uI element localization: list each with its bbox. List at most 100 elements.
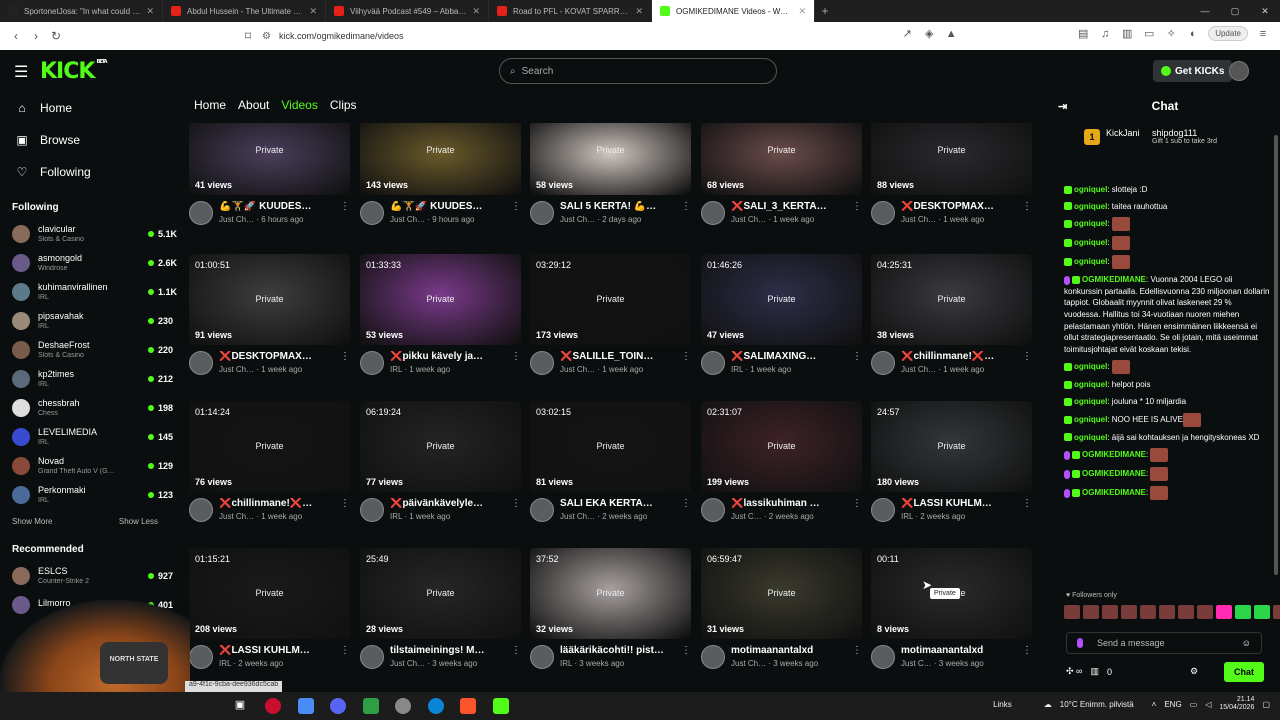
emote-icon[interactable] — [1064, 605, 1080, 619]
more-options-icon[interactable]: ⋮ — [852, 351, 862, 375]
more-options-icon[interactable]: ⋮ — [340, 351, 350, 375]
video-thumbnail[interactable]: 24:57 Private 180 views — [871, 401, 1032, 492]
channel-avatar[interactable] — [871, 645, 895, 669]
tray-chevron-icon[interactable]: ˄ — [1152, 700, 1157, 709]
more-options-icon[interactable]: ⋮ — [511, 201, 521, 225]
sidebar-channel[interactable]: chessbrah Chess 198 — [0, 393, 176, 422]
video-title[interactable]: ❌LASSI KUHLM… — [219, 645, 337, 656]
video-title[interactable]: ❌DESKTOPMAX… — [219, 351, 337, 362]
video-card[interactable]: 06:19:24 Private 77 views ❌päivänkävelyle… I… — [360, 401, 521, 522]
channel-avatar[interactable] — [530, 201, 554, 225]
leader-user-1[interactable]: KickJani — [1106, 128, 1140, 138]
sidebar-channel[interactable]: DeshaeFrost Slots & Casino 220 — [0, 335, 176, 364]
video-title[interactable]: SALI EKA KERTA… — [560, 498, 678, 509]
emote-icon[interactable] — [1140, 605, 1156, 619]
vpn-icon[interactable]: ◐ — [1186, 28, 1200, 40]
channel-avatar[interactable] — [360, 351, 384, 375]
video-card[interactable]: 02:31:07 Private 199 views ❌lassikuhiman … J… — [701, 401, 862, 522]
leader-user-2[interactable]: shipdog111 — [1152, 128, 1197, 138]
channel-avatar[interactable] — [530, 351, 554, 375]
maximize-icon[interactable]: ▢ — [1220, 0, 1250, 22]
video-title[interactable]: ❌SALILLE_TOIN… — [560, 351, 678, 362]
channel-avatar[interactable] — [530, 645, 554, 669]
channel-avatar[interactable] — [701, 498, 725, 522]
close-tab-icon[interactable]: ✕ — [146, 6, 154, 17]
more-options-icon[interactable]: ⋮ — [1022, 498, 1032, 522]
collapse-chat-icon[interactable]: ⇥ — [1058, 100, 1067, 113]
brave-shield-icon[interactable]: ◈ — [922, 27, 936, 40]
update-button[interactable]: Update — [1208, 26, 1248, 41]
tab-home[interactable]: Home — [194, 98, 226, 112]
kick-logo[interactable]: KICK BETA — [40, 59, 108, 84]
channel-avatar[interactable] — [189, 351, 213, 375]
channel-avatar[interactable] — [530, 498, 554, 522]
video-thumbnail[interactable]: 04:25:31 Private 38 views — [871, 254, 1032, 345]
emote-icon[interactable] — [1273, 605, 1280, 619]
more-options-icon[interactable]: ⋮ — [340, 201, 350, 225]
channel-avatar[interactable] — [189, 201, 213, 225]
channel-avatar[interactable] — [871, 498, 895, 522]
emote-icon[interactable] — [1121, 605, 1137, 619]
chat-username[interactable]: OGMIKEDIMANE — [1082, 275, 1146, 284]
more-options-icon[interactable]: ⋮ — [511, 498, 521, 522]
show-less-button[interactable]: Show Less — [119, 517, 158, 526]
bookmark-icon[interactable]: ⌑ — [238, 29, 258, 43]
page-scrollbar[interactable] — [1274, 135, 1278, 575]
close-window-icon[interactable]: ✕ — [1250, 0, 1280, 22]
new-tab-button[interactable]: + — [815, 4, 835, 18]
gift-icon[interactable]: ▥ — [1090, 666, 1099, 677]
menu-icon[interactable]: ≡ — [1256, 28, 1270, 40]
video-thumbnail[interactable]: Private 143 views — [360, 123, 521, 195]
video-card[interactable]: Private 68 views ❌SALI_3_KERTA… Just Ch… · … — [701, 123, 862, 225]
video-card[interactable]: 24:57 Private 180 views ❌LASSI KUHLM… IRL · … — [871, 401, 1032, 522]
chat-settings-icon[interactable]: ⚙ — [1190, 666, 1198, 677]
video-title[interactable]: tilstaimeinings! M… — [390, 645, 508, 656]
chat-username[interactable]: ogniquel — [1074, 362, 1107, 371]
kicks-icon[interactable]: ✣ ∞ — [1066, 666, 1082, 677]
edge-icon[interactable] — [428, 698, 444, 714]
more-options-icon[interactable]: ⋮ — [681, 351, 691, 375]
video-title[interactable]: ❌LASSI KUHLM… — [901, 498, 1019, 509]
links-toolbar[interactable]: Links — [993, 700, 1012, 709]
discord-icon[interactable] — [330, 698, 346, 714]
notification-icon[interactable]: ▢ — [1262, 700, 1270, 709]
chat-username[interactable]: ogniquel — [1074, 219, 1107, 228]
sidebar-channel[interactable]: Novad Grand Theft Auto V (G… 129 — [0, 451, 176, 480]
video-card[interactable]: 01:15:21 Private 208 views ❌LASSI KUHLM… IRL… — [189, 548, 350, 669]
video-card[interactable]: 01:46:26 Private 47 views ❌SALIMAXING… IRL ·… — [701, 254, 862, 375]
sidebar-channel[interactable]: ESLCS Counter-Strike 2 927 — [0, 561, 176, 590]
browser-tab[interactable]: SportonetJosa: "In what could be fi… ✕ — [0, 0, 163, 22]
more-options-icon[interactable]: ⋮ — [1022, 645, 1032, 669]
video-card[interactable]: 00:11 Private 8 views motimaanantalxd Just C… — [871, 548, 1032, 669]
reload-icon[interactable]: ↻ — [46, 29, 66, 43]
chat-username[interactable]: ogniquel — [1074, 415, 1107, 424]
channel-avatar[interactable] — [189, 645, 213, 669]
channel-avatar[interactable] — [189, 498, 213, 522]
chat-username[interactable]: ogniquel — [1074, 185, 1107, 194]
more-options-icon[interactable]: ⋮ — [340, 645, 350, 669]
video-card[interactable]: Private 41 views 💪🏋️🚀 KUUDES… Just Ch… · 6 … — [189, 123, 350, 225]
browser-tab[interactable]: OGMIKEDIMANE Videos - Watch… ✕ — [652, 0, 815, 22]
search-input[interactable]: ⌕ Search — [499, 58, 777, 84]
close-tab-icon[interactable]: ✕ — [635, 6, 643, 17]
close-tab-icon[interactable]: ✕ — [472, 6, 480, 17]
video-thumbnail[interactable]: 06:19:24 Private 77 views — [360, 401, 521, 492]
sidebar-nav-home[interactable]: ⌂ Home — [0, 92, 176, 124]
channel-avatar[interactable] — [701, 645, 725, 669]
video-title[interactable]: ❌SALI_3_KERTA… — [731, 201, 849, 212]
sidebar-channel[interactable]: clavicular Slots & Casino 5.1K — [0, 219, 177, 248]
close-tab-icon[interactable]: ✕ — [798, 6, 806, 17]
emote-icon[interactable] — [1235, 605, 1251, 619]
more-options-icon[interactable]: ⋮ — [852, 645, 862, 669]
video-thumbnail[interactable]: 01:15:21 Private 208 views — [189, 548, 350, 639]
wallet-icon[interactable]: ▭ — [1142, 27, 1156, 40]
video-thumbnail[interactable]: 01:14:24 Private 76 views — [189, 401, 350, 492]
channel-avatar[interactable] — [360, 498, 384, 522]
send-chat-button[interactable]: Chat — [1224, 661, 1264, 682]
weather-text[interactable]: 10°C Enimm. pilvistä — [1060, 700, 1134, 709]
video-title[interactable]: 💪🏋️🚀 KUUDES… — [219, 201, 337, 212]
opera-icon[interactable] — [265, 698, 281, 714]
video-card[interactable]: 04:25:31 Private 38 views ❌chillinmane!❌… Ju… — [871, 254, 1032, 375]
video-thumbnail[interactable]: 01:00:51 Private 91 views — [189, 254, 350, 345]
chat-username[interactable]: OGMIKEDIMANE — [1082, 450, 1146, 459]
